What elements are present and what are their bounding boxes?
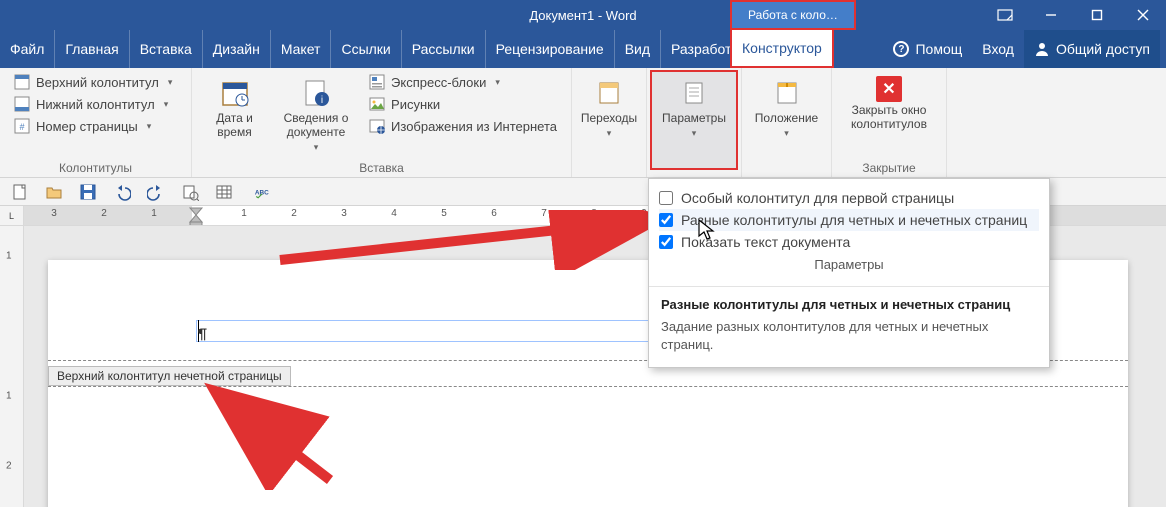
svg-text:i: i: [321, 95, 323, 106]
tab-selector[interactable]: L: [0, 206, 24, 225]
header-label: Верхний колонтитул нечетной страницы: [48, 366, 291, 386]
group-close: ✕ Закрыть окно колонтитулов Закрытие: [832, 68, 947, 177]
tab-layout[interactable]: Макет: [271, 30, 332, 68]
print-preview-button[interactable]: [180, 182, 200, 202]
doc-info-icon: i: [301, 78, 331, 108]
footer-button[interactable]: Нижний колонтитул▾: [10, 94, 176, 114]
footer-icon: [14, 96, 30, 112]
group-close-label: Закрытие: [842, 159, 936, 175]
header-button[interactable]: Верхний колонтитул▾: [10, 72, 176, 92]
checkbox-odd-even[interactable]: [659, 213, 673, 227]
pictures-button[interactable]: Рисунки: [365, 94, 561, 114]
table-button[interactable]: [214, 182, 234, 202]
quick-parts-button[interactable]: Экспресс-блоки▾: [365, 72, 561, 92]
checkbox-show-doc-text[interactable]: [659, 235, 673, 249]
header-icon: [14, 74, 30, 90]
tab-insert[interactable]: Вставка: [130, 30, 203, 68]
group-options: Параметры▾: [647, 68, 742, 177]
minimize-button[interactable]: [1028, 0, 1074, 30]
group-position: Положение▾: [742, 68, 832, 177]
tab-mailings[interactable]: Рассылки: [402, 30, 486, 68]
ribbon-tabs: Файл Главная Вставка Дизайн Макет Ссылки…: [0, 30, 1166, 68]
page-number-button[interactable]: # Номер страницы▾: [10, 116, 176, 136]
tab-home[interactable]: Главная: [55, 30, 129, 68]
calendar-icon: [220, 78, 250, 108]
online-picture-icon: [369, 118, 385, 134]
options-icon: [681, 80, 707, 106]
opt-odd-even[interactable]: Разные колонтитулы для четных и нечетных…: [659, 209, 1039, 231]
tab-review[interactable]: Рецензирование: [486, 30, 615, 68]
open-button[interactable]: [44, 182, 64, 202]
tab-share[interactable]: Общий доступ: [1024, 30, 1160, 68]
online-pictures-button[interactable]: Изображения из Интернета: [365, 116, 561, 136]
options-popup: Особый колонтитул для первой страницы Ра…: [648, 178, 1050, 368]
group-navigation: Переходы▾: [572, 68, 647, 177]
title-bar: Документ1 - Word Работа с коло…: [0, 0, 1166, 30]
svg-text:ABC: ABC: [255, 189, 269, 196]
checkbox-first-page[interactable]: [659, 191, 673, 205]
group-headers-label: Колонтитулы: [10, 159, 181, 175]
popup-section-title: Параметры: [659, 253, 1039, 280]
spelling-button[interactable]: ABC: [248, 182, 276, 202]
opt-show-doc-text[interactable]: Показать текст документа: [659, 231, 1039, 253]
close-header-footer-button[interactable]: ✕ Закрыть окно колонтитулов: [842, 72, 936, 136]
tooltip-title: Разные колонтитулы для четных и нечетных…: [661, 297, 1037, 312]
position-icon: [774, 80, 800, 106]
tab-references[interactable]: Ссылки: [331, 30, 401, 68]
popup-tooltip: Разные колонтитулы для четных и нечетных…: [649, 286, 1049, 367]
vertical-ruler[interactable]: 1 1 2: [0, 226, 24, 507]
svg-text:#: #: [19, 122, 24, 132]
save-button[interactable]: [78, 182, 98, 202]
opt-first-page[interactable]: Особый колонтитул для первой страницы: [659, 187, 1039, 209]
quick-parts-icon: [369, 74, 385, 90]
close-icon: ✕: [876, 76, 902, 102]
ribbon: Верхний колонтитул▾ Нижний колонтитул▾ #…: [0, 68, 1166, 178]
new-doc-button[interactable]: [10, 182, 30, 202]
tooltip-body: Задание разных колонтитулов для четных и…: [661, 318, 1037, 353]
ribbon-display-options[interactable]: [982, 0, 1028, 30]
maximize-button[interactable]: [1074, 0, 1120, 30]
contextual-tab-label: Работа с коло…: [730, 0, 856, 30]
picture-icon: [369, 96, 385, 112]
tab-design[interactable]: Дизайн: [203, 30, 271, 68]
transitions-icon: [596, 80, 622, 106]
group-insert: Дата и время i Сведения о документе▾ Экс…: [192, 68, 572, 177]
hanging-indent[interactable]: [188, 215, 204, 225]
page-number-icon: #: [14, 118, 30, 134]
undo-button[interactable]: [112, 182, 132, 202]
window-controls: [982, 0, 1166, 30]
transitions-button[interactable]: Переходы▾: [575, 72, 643, 143]
help-icon: ?: [893, 41, 909, 57]
tab-login[interactable]: Вход: [972, 30, 1024, 68]
tab-constructor[interactable]: Конструктор: [730, 30, 834, 68]
group-headers: Верхний колонтитул▾ Нижний колонтитул▾ #…: [0, 68, 192, 177]
doc-info-button[interactable]: i Сведения о документе▾: [275, 72, 357, 157]
tab-view[interactable]: Вид: [615, 30, 661, 68]
group-insert-label: Вставка: [202, 159, 561, 175]
date-time-button[interactable]: Дата и время: [202, 72, 267, 144]
tab-file[interactable]: Файл: [0, 30, 55, 68]
redo-button[interactable]: [146, 182, 166, 202]
options-button[interactable]: Параметры▾: [650, 70, 738, 170]
person-icon: [1034, 41, 1050, 57]
close-button[interactable]: [1120, 0, 1166, 30]
position-button[interactable]: Положение▾: [749, 72, 824, 143]
pilcrow: ¶: [198, 326, 207, 344]
tab-help[interactable]: ?Помощ: [883, 30, 972, 68]
